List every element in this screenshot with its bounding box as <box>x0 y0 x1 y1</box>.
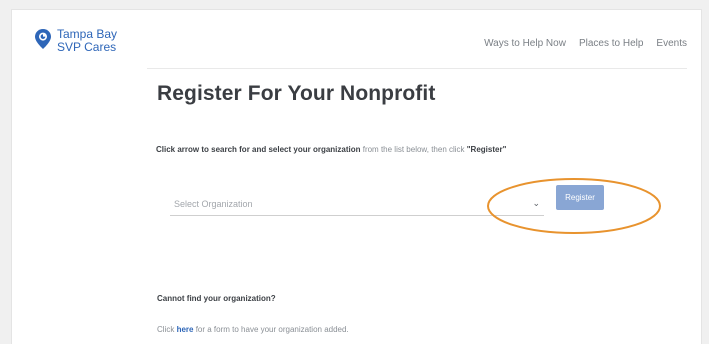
nav-places-to-help[interactable]: Places to Help <box>579 38 643 49</box>
header-divider <box>147 68 687 69</box>
nav-events[interactable]: Events <box>656 38 687 49</box>
add-organization-text: Click here for a form to have your organ… <box>157 325 349 334</box>
instructions-register: "Register" <box>466 145 507 154</box>
click-suffix: for a form to have your organization add… <box>193 325 349 334</box>
organization-select[interactable]: Select Organization ⌄ <box>170 195 544 216</box>
click-prefix: Click <box>157 325 177 334</box>
here-link[interactable]: here <box>177 325 194 334</box>
chevron-down-icon[interactable]: ⌄ <box>532 198 540 209</box>
logo-text: Tampa Bay SVP Cares <box>57 28 117 54</box>
register-button[interactable]: Register <box>556 185 604 210</box>
instructions: Click arrow to search for and select you… <box>156 145 506 154</box>
instructions-text: from the list below, then click <box>360 145 467 154</box>
organization-select-placeholder: Select Organization <box>174 199 253 209</box>
map-pin-icon <box>35 29 51 49</box>
page-title: Register For Your Nonprofit <box>157 82 436 105</box>
nav-ways-to-help-now[interactable]: Ways to Help Now <box>484 38 566 49</box>
top-nav: Ways to Help Now Places to Help Events <box>471 38 687 49</box>
cannot-find-heading: Cannot find your organization? <box>157 294 276 303</box>
instructions-bold: Click arrow to search for and select you… <box>156 145 361 154</box>
logo-line2: SVP Cares <box>57 40 117 54</box>
page-frame: Tampa Bay SVP Cares Ways to Help Now Pla… <box>11 9 702 344</box>
site-logo[interactable]: Tampa Bay SVP Cares <box>34 28 117 54</box>
